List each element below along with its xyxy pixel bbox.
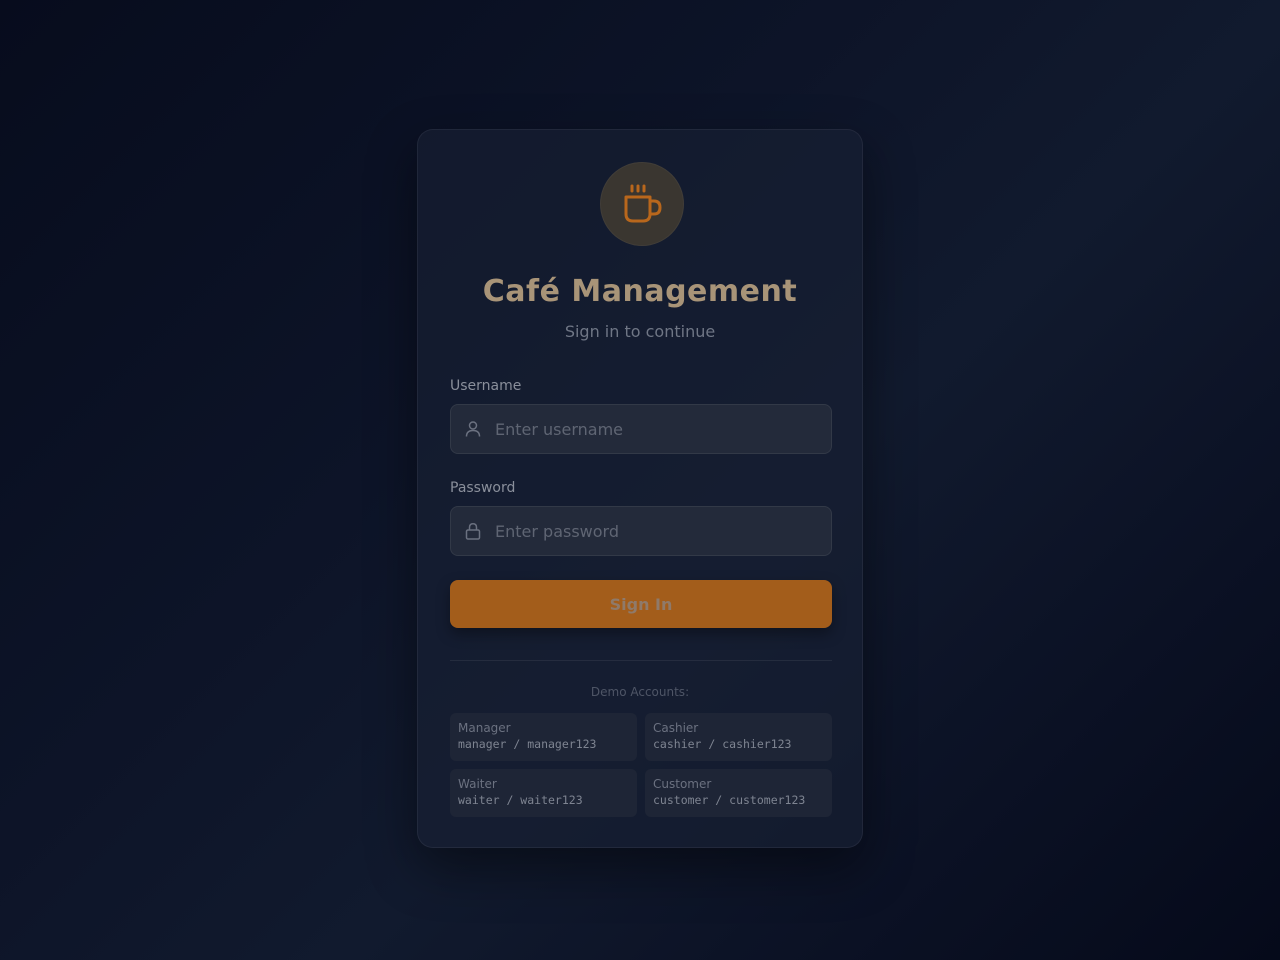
demo-account-credentials: customer / customer123 [653, 793, 806, 807]
sign-in-button[interactable]: Sign In [450, 580, 832, 628]
divider [450, 660, 832, 661]
logo-badge [600, 162, 684, 246]
username-field[interactable] [450, 404, 832, 454]
demo-account-customer[interactable]: Customer customer / customer123 [645, 769, 832, 817]
demo-account-cashier[interactable]: Cashier cashier / cashier123 [645, 713, 832, 761]
demo-account-credentials: waiter / waiter123 [458, 793, 583, 807]
username-input[interactable] [495, 405, 815, 453]
page-subtitle: Sign in to continue [564, 322, 716, 341]
password-label: Password [450, 480, 516, 496]
login-card: Café Management Sign in to continue User… [417, 129, 863, 848]
password-input[interactable] [495, 507, 815, 555]
demo-account-waiter[interactable]: Waiter waiter / waiter123 [450, 769, 637, 817]
coffee-cup-icon [624, 184, 662, 223]
demo-account-manager[interactable]: Manager manager / manager123 [450, 713, 637, 761]
username-label: Username [450, 378, 522, 394]
demo-account-role: Manager [458, 721, 511, 735]
user-icon [465, 421, 481, 437]
demo-accounts-heading: Demo Accounts: [590, 685, 690, 699]
lock-icon [465, 523, 481, 540]
demo-account-credentials: manager / manager123 [458, 737, 597, 751]
demo-account-credentials: cashier / cashier123 [653, 737, 792, 751]
demo-account-role: Waiter [458, 777, 497, 791]
demo-account-role: Customer [653, 777, 712, 791]
page-title: Café Management [482, 274, 798, 309]
demo-account-role: Cashier [653, 721, 699, 735]
password-field[interactable] [450, 506, 832, 556]
